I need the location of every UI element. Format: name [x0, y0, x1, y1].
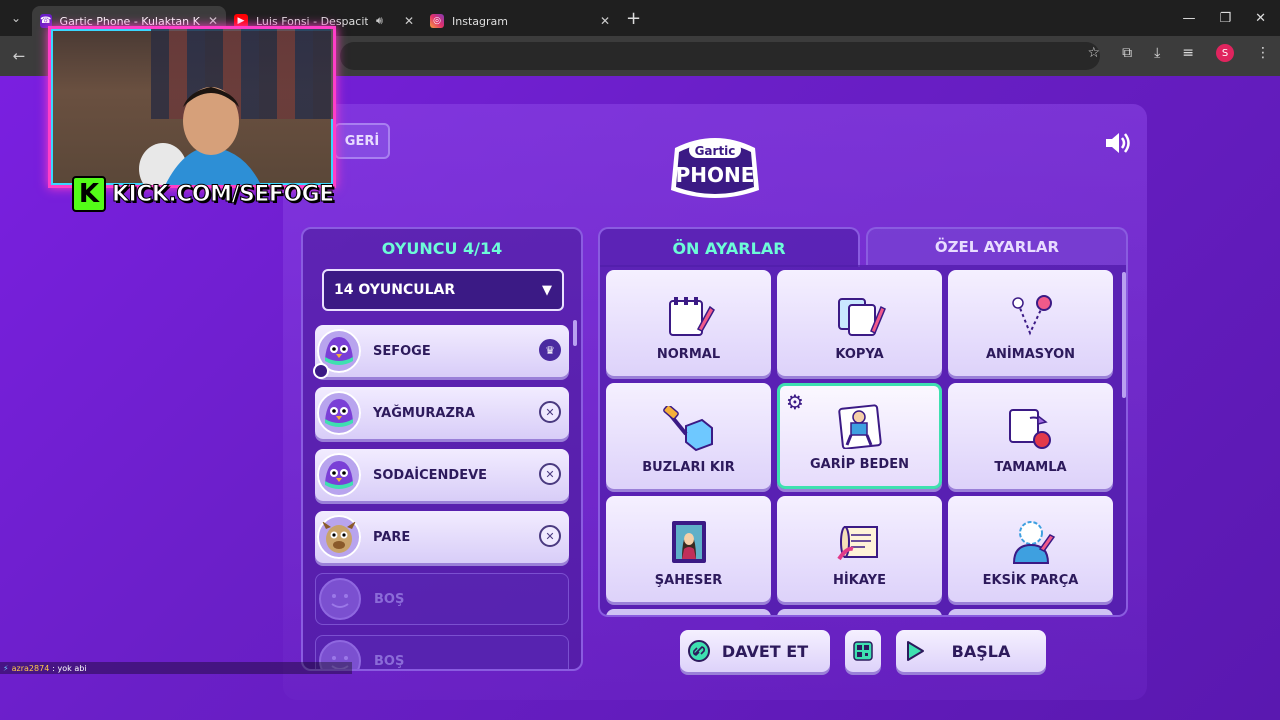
preset-buzlari-kir[interactable]: BUZLARI KIR: [606, 383, 771, 489]
download-icon[interactable]: ⤓: [1154, 45, 1160, 61]
streamer-image: [139, 87, 261, 185]
kick-player-button[interactable]: ✕: [539, 401, 561, 423]
svg-text:PHONE: PHONE: [676, 163, 755, 187]
profile-avatar[interactable]: S: [1216, 44, 1234, 62]
minimize-icon[interactable]: —: [1182, 11, 1195, 26]
empty-slot: BOŞ: [315, 635, 569, 669]
chevron-down-icon: ▼: [542, 282, 552, 298]
start-button[interactable]: BAŞLA: [896, 630, 1046, 672]
players-scrollbar[interactable]: [573, 320, 577, 346]
kick-player-button[interactable]: ✕: [539, 525, 561, 547]
new-tab-icon[interactable]: +: [626, 8, 641, 29]
presets-scrollbar[interactable]: [1122, 272, 1126, 398]
media-control-icon[interactable]: ≡: [1182, 45, 1194, 61]
missing-piece-icon: [1012, 521, 1055, 564]
player-count-select[interactable]: 14 OYUNCULAR ▼: [322, 269, 564, 311]
star-icon[interactable]: ☆: [1088, 45, 1101, 61]
invite-button[interactable]: DAVET ET: [680, 630, 830, 672]
qr-code-icon: [853, 641, 873, 661]
masterpiece-icon: [671, 521, 706, 563]
gartic-phone-logo: Gartic PHONE: [671, 138, 759, 198]
preset-kopya[interactable]: KOPYA: [777, 270, 942, 376]
back-arrow-icon[interactable]: ←: [0, 47, 38, 65]
players-title: OYUNCU 4/14: [381, 239, 503, 258]
user-icon: [313, 363, 329, 379]
puzzle-icon: [1008, 409, 1051, 449]
player-row: YAĞMURAZRA ✕: [315, 387, 569, 439]
player-avatar: [317, 515, 361, 559]
preset-tamamla[interactable]: TAMAMLA: [948, 383, 1113, 489]
notepad-icon: [668, 297, 715, 336]
player-row: PARE ✕: [315, 511, 569, 563]
player-list: SEFOGE ♛ YAĞMURAZRA ✕ SODAİCENDEVE ✕ PAR…: [313, 325, 569, 669]
story-scroll-icon: [836, 526, 878, 561]
tab-search-chevron-icon[interactable]: ⌄: [0, 0, 32, 36]
empty-avatar-icon: [319, 578, 361, 620]
preset-normal[interactable]: NORMAL: [606, 270, 771, 376]
qr-code-button[interactable]: [845, 630, 881, 672]
ice-hammer-icon: [662, 406, 713, 452]
presets-panel: NORMAL KOPYA ANİMASYON BUZLARI KIR ⚙ GAR…: [598, 265, 1128, 617]
preset-saheser[interactable]: ŞAHESER: [606, 496, 771, 602]
webcam-overlay: [48, 26, 336, 188]
players-panel: OYUNCU 4/14 14 OYUNCULAR ▼ SEFOGE ♛ YAĞM…: [301, 227, 583, 671]
animation-icon: [1011, 295, 1052, 336]
back-button[interactable]: GERİ: [334, 123, 390, 159]
kick-chat-icon: ⚡: [3, 663, 9, 673]
kick-logo-icon: K: [72, 176, 106, 212]
player-avatar: [317, 453, 361, 497]
restore-icon[interactable]: ❐: [1219, 11, 1231, 26]
preset-grid: NORMAL KOPYA ANİMASYON BUZLARI KIR ⚙ GAR…: [606, 270, 1113, 602]
address-input[interactable]: [340, 42, 1100, 70]
preset-hikaye[interactable]: HİKAYE: [777, 496, 942, 602]
window-controls: — ❐ ✕: [1182, 11, 1280, 26]
tab-instagram[interactable]: ◎ Instagram ✕: [422, 6, 618, 36]
gear-icon[interactable]: ⚙: [786, 390, 804, 414]
player-row: SEFOGE ♛: [313, 325, 569, 379]
extensions-icon[interactable]: ⧉: [1122, 45, 1132, 61]
preset-eksik-parca[interactable]: EKSİK PARÇA: [948, 496, 1113, 602]
weird-body-icon: [837, 404, 882, 449]
close-icon[interactable]: ✕: [600, 14, 610, 28]
tab-presets[interactable]: ÖN AYARLAR: [598, 227, 860, 267]
instagram-icon: ◎: [430, 14, 444, 28]
copy-cards-icon: [837, 298, 886, 336]
svg-text:Gartic: Gartic: [695, 144, 736, 158]
sound-icon[interactable]: [1104, 131, 1132, 155]
preset-animasyon[interactable]: ANİMASYON: [948, 270, 1113, 376]
player-row: SODAİCENDEVE ✕: [315, 449, 569, 501]
close-window-icon[interactable]: ✕: [1255, 11, 1266, 26]
kick-banner: K KICK.COM/SEFOGE: [72, 176, 335, 212]
link-icon: [688, 640, 710, 662]
crown-icon: ♛: [539, 339, 561, 361]
stream-chat-line: ⚡ azra2874 : yok abi: [0, 662, 352, 674]
tab-custom-settings[interactable]: ÖZEL AYARLAR: [866, 227, 1128, 265]
preset-garip-beden[interactable]: ⚙ GARİP BEDEN: [777, 383, 942, 489]
play-icon: [907, 641, 924, 661]
preset-row-peek: [606, 609, 1113, 615]
empty-slot: BOŞ: [315, 573, 569, 625]
menu-dots-icon[interactable]: ⋮: [1256, 45, 1270, 61]
kick-player-button[interactable]: ✕: [539, 463, 561, 485]
speaker-icon[interactable]: 🔊︎: [376, 14, 383, 28]
close-icon[interactable]: ✕: [404, 14, 414, 28]
player-avatar: [317, 391, 361, 435]
